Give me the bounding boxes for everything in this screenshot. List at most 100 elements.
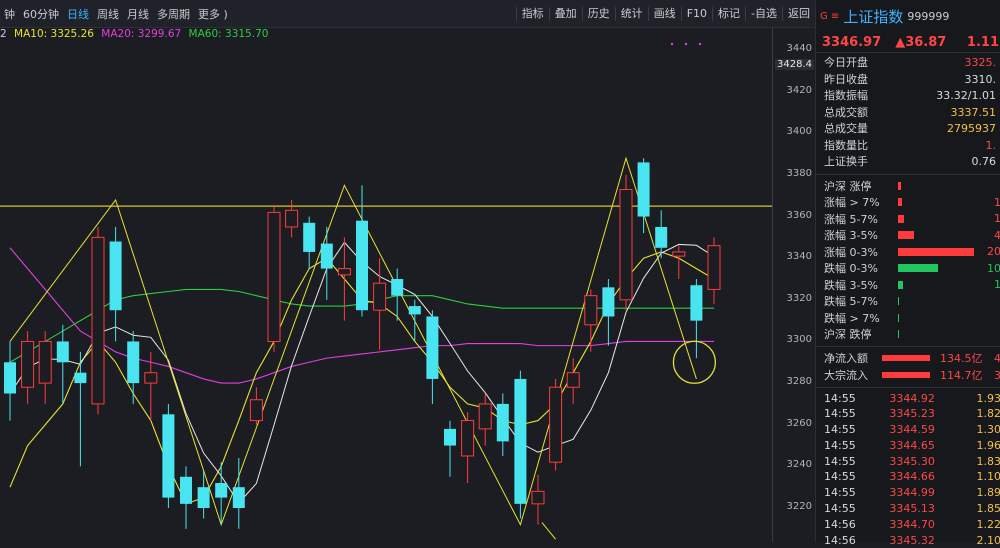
stat-label: 上证换手 — [824, 154, 868, 171]
tool-button-1[interactable]: 叠加 — [549, 7, 582, 21]
candle[interactable] — [215, 462, 227, 524]
candle[interactable] — [673, 246, 685, 279]
tool-button-3[interactable]: 统计 — [615, 7, 648, 21]
dist-bar — [898, 198, 902, 206]
candle[interactable] — [57, 325, 69, 404]
tool-button-8[interactable]: 返回 — [782, 7, 815, 21]
stat-row: 总成交额 3337.51 — [816, 105, 1000, 122]
candle[interactable] — [286, 200, 298, 237]
candle[interactable] — [74, 352, 86, 467]
tool-button-0[interactable]: 指标 — [516, 7, 549, 21]
period-tabs: 钟60分钟日线周线月线多周期更多 ) — [0, 6, 232, 22]
candle[interactable] — [374, 258, 386, 350]
dist-label: 跌幅 0-3% — [824, 260, 898, 276]
candle[interactable] — [356, 185, 368, 316]
flow-label: 净流入额 — [824, 350, 882, 366]
candle[interactable] — [690, 279, 702, 358]
dist-row: 涨幅 5-7%1 — [816, 211, 1000, 228]
stat-row: 指数量比1. — [816, 138, 1000, 155]
tick-volume: 1.82 — [977, 406, 1000, 422]
candle[interactable] — [250, 387, 262, 424]
flow-value: 134.5亿 — [940, 350, 983, 366]
rise-fall-distribution: 沪深 涨停涨幅 > 7%1涨幅 5-7%1涨幅 3-5%4涨幅 0-3%20跌幅… — [816, 178, 1000, 343]
candle[interactable] — [268, 206, 280, 352]
tick-volume: 1.96 — [977, 438, 1000, 454]
period-tab-6[interactable]: 更多 ) — [194, 6, 232, 22]
candle[interactable] — [22, 331, 34, 404]
period-tab-2[interactable]: 日线 — [63, 6, 93, 22]
candle[interactable] — [303, 217, 315, 269]
dist-bar — [898, 264, 938, 272]
period-tab-0[interactable]: 钟 — [0, 6, 19, 22]
axis-label: 3300 — [787, 334, 812, 345]
tool-button-4[interactable]: 画线 — [648, 7, 681, 21]
dist-bar — [898, 215, 904, 223]
candle[interactable] — [145, 352, 157, 421]
candle[interactable] — [127, 331, 139, 404]
candle[interactable] — [426, 310, 438, 404]
tick-list: 14:553344.921.9314:553345.231.8214:55334… — [816, 391, 1000, 548]
dist-label: 涨幅 5-7% — [824, 211, 898, 227]
dist-label: 跌幅 3-5% — [824, 277, 898, 293]
flow-value-2: 4 — [994, 352, 1000, 365]
candle[interactable] — [338, 237, 350, 320]
candle[interactable] — [233, 458, 245, 529]
dist-row: 跌幅 5-7% — [816, 293, 1000, 310]
chart-toolbar: 钟60分钟日线周线月线多周期更多 ) 指标叠加历史统计画线F10标记-自选返回 — [0, 0, 815, 28]
candlestick-chart[interactable] — [0, 27, 815, 542]
candle[interactable] — [198, 471, 210, 519]
period-tab-5[interactable]: 多周期 — [153, 6, 194, 22]
dist-value: 1 — [994, 196, 1000, 209]
tick-price: 3345.23 — [889, 406, 976, 422]
candle[interactable] — [110, 227, 122, 342]
stats-list: 今日开盘3325.昨日收盘3310.指数振幅33.32/1.01总成交额3337… — [816, 53, 1000, 171]
candle[interactable] — [321, 227, 333, 300]
candle[interactable] — [4, 341, 16, 420]
tick-price: 3344.92 — [889, 391, 976, 407]
stat-label: 总成交量 — [824, 121, 868, 138]
tick-price: 3344.66 — [889, 469, 976, 485]
candle[interactable] — [92, 227, 104, 414]
tick-price: 3345.32 — [889, 533, 976, 548]
axis-label: 3440 — [787, 43, 812, 54]
candle[interactable] — [479, 394, 491, 446]
candle[interactable] — [585, 289, 597, 351]
candle[interactable] — [638, 158, 650, 233]
period-tab-1[interactable]: 60分钟 — [19, 6, 63, 22]
candle[interactable] — [708, 237, 720, 304]
dist-row: 沪深 涨停 — [816, 178, 1000, 195]
candle[interactable] — [162, 404, 174, 508]
axis-label: 3260 — [787, 418, 812, 429]
stat-row: 总成交量2795937 — [816, 121, 1000, 138]
candle[interactable] — [620, 175, 632, 310]
candle[interactable] — [180, 466, 192, 528]
stat-value: 3337.51 — [951, 105, 997, 122]
period-tab-3[interactable]: 周线 — [93, 6, 123, 22]
tick-time: 14:55 — [824, 501, 889, 517]
current-price: 3346.97 — [822, 35, 881, 50]
candle[interactable] — [497, 394, 509, 456]
candle[interactable] — [444, 421, 456, 477]
tool-button-5[interactable]: F10 — [681, 7, 712, 21]
stat-label: 总成交额 — [824, 105, 868, 122]
tick-volume: 2.10 — [977, 533, 1000, 548]
axis-label: 3240 — [787, 459, 812, 470]
flag-icon[interactable]: G ≡ — [820, 11, 839, 22]
tick-time: 14:55 — [824, 406, 889, 422]
tool-button-2[interactable]: 历史 — [582, 7, 615, 21]
stat-label: 指数量比 — [824, 138, 868, 155]
candle[interactable] — [462, 412, 474, 483]
period-tab-4[interactable]: 月线 — [123, 6, 153, 22]
candle[interactable] — [514, 371, 526, 519]
axis-label: 3220 — [787, 501, 812, 512]
candle[interactable] — [550, 379, 562, 471]
candle[interactable] — [532, 475, 544, 525]
dist-bar — [898, 231, 914, 239]
stat-label: 昨日收盘 — [824, 72, 868, 89]
candle[interactable] — [602, 279, 614, 346]
tool-button-6[interactable]: 标记 — [712, 7, 745, 21]
tool-button-7[interactable]: -自选 — [745, 7, 782, 21]
candle[interactable] — [39, 331, 51, 404]
axis-label: 3360 — [787, 210, 812, 221]
axis-label: 3380 — [787, 168, 812, 179]
